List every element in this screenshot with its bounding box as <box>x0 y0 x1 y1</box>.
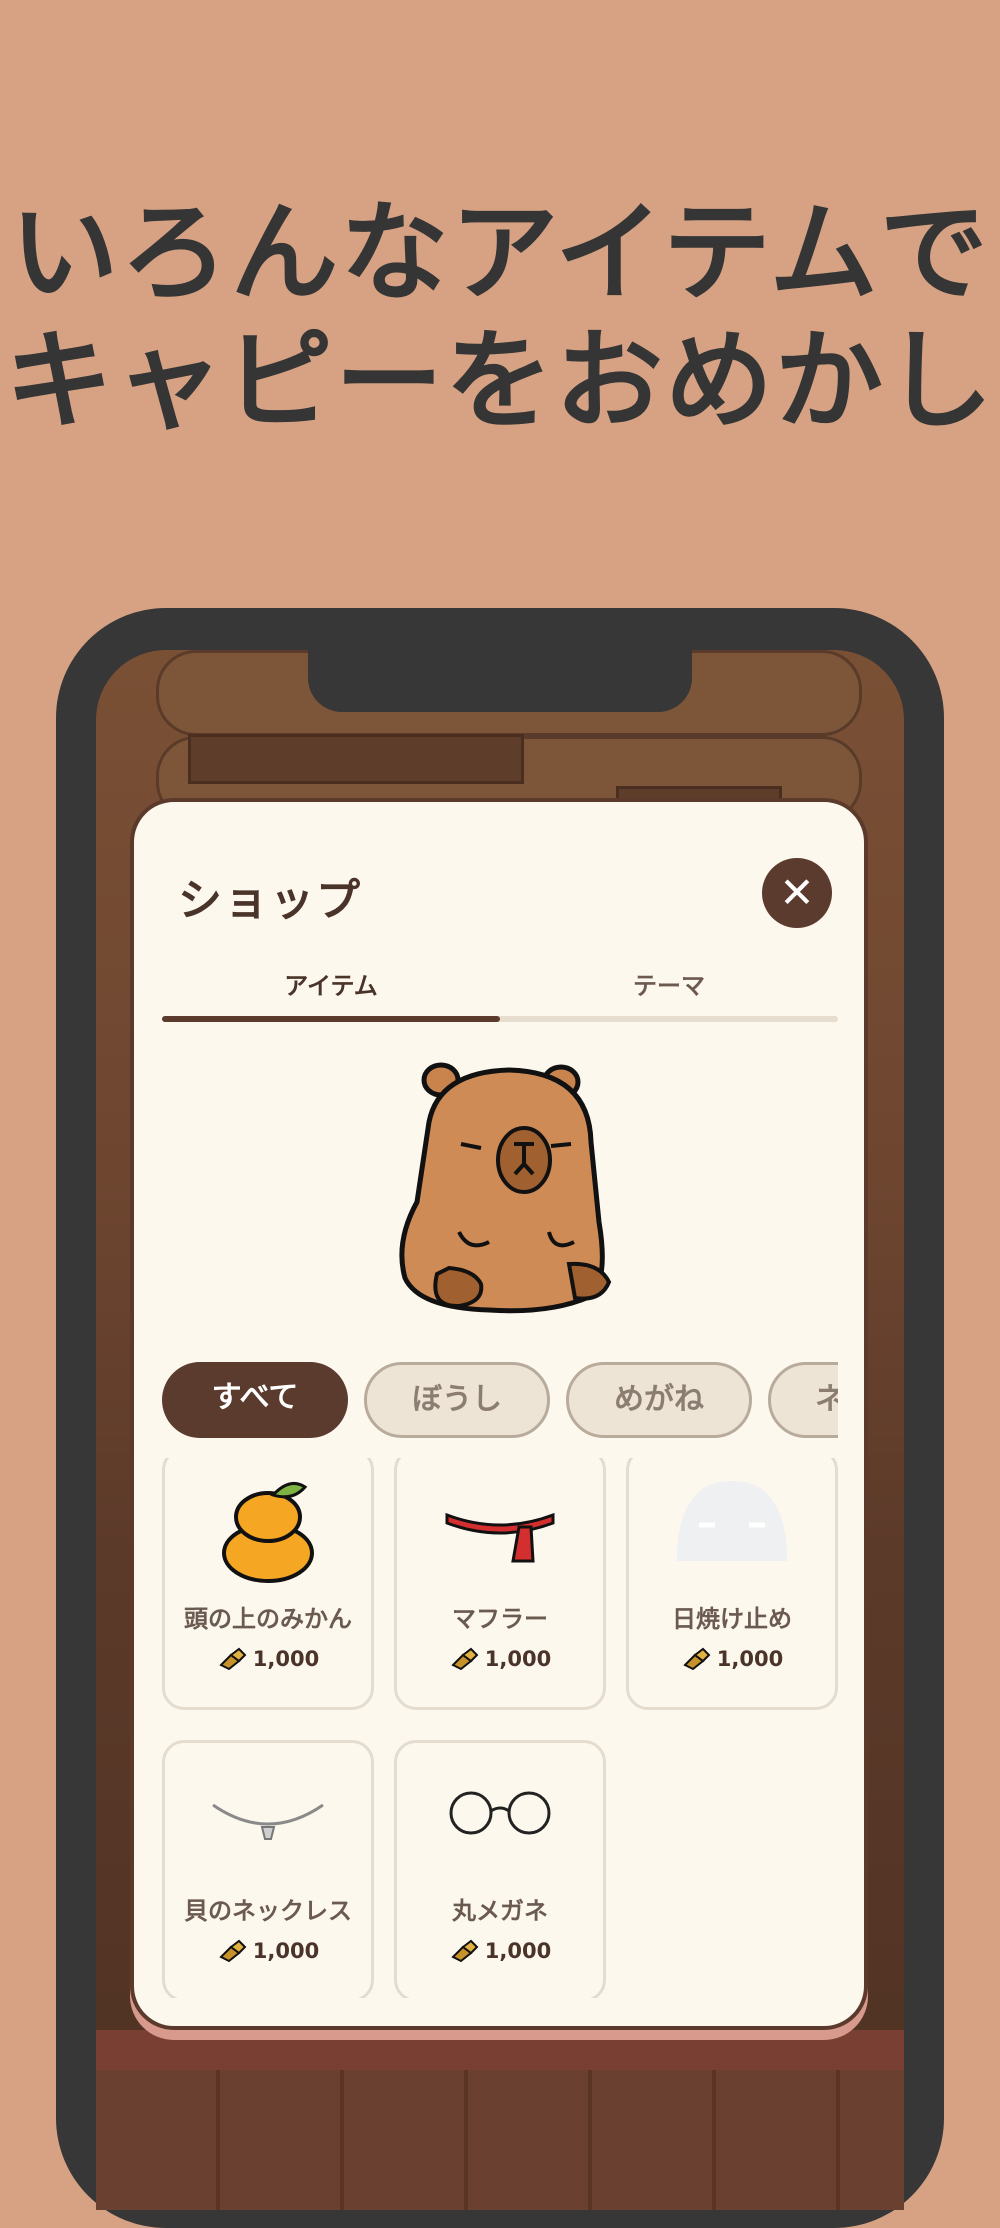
item-price: 1,000 <box>397 1647 603 1671</box>
item-card[interactable]: 丸メガネ 1,000 <box>394 1740 606 1998</box>
shop-tabs: アイテム テーマ <box>162 966 838 1022</box>
item-name: 日焼け止め <box>672 1605 792 1633</box>
item-price-value: 1,000 <box>716 1647 784 1671</box>
item-price: 1,000 <box>397 1939 603 1963</box>
headline: いろんなアイテムで キャピーをおめかし <box>0 190 1000 446</box>
chip-hats[interactable]: ぼうし <box>364 1362 550 1438</box>
item-price-value: 1,000 <box>252 1939 320 1963</box>
item-price-value: 1,000 <box>252 1647 320 1671</box>
item-price: 1,000 <box>629 1647 835 1671</box>
acorn-coin-icon <box>451 1647 479 1671</box>
chip-glasses[interactable]: めがね <box>566 1362 752 1438</box>
wood-floor <box>96 2070 904 2210</box>
item-card[interactable]: 頭の上のみかん 1,000 <box>162 1458 374 1710</box>
item-name: 貝のネックレス <box>184 1897 352 1925</box>
item-price: 1,000 <box>165 1939 371 1963</box>
round-glasses-icon <box>449 1791 551 1835</box>
scarf-icon <box>445 1512 555 1563</box>
shop-modal: ショップ ✕ アイテム テーマ すべて ぼうし めがね ネ <box>130 798 868 2030</box>
item-grid: 頭の上のみかん 1,000 マフラー 1,000 日焼け止め 1,000 貝のネ… <box>162 1458 838 1998</box>
phone-notch <box>308 650 692 712</box>
close-button[interactable]: ✕ <box>762 858 832 928</box>
category-chips: すべて ぼうし めがね ネ <box>162 1362 838 1444</box>
headline-line-2: キャピーをおめかし <box>4 319 995 444</box>
sunscreen-icon <box>677 1481 787 1561</box>
headline-line-1: いろんなアイテムで <box>10 191 990 316</box>
chip-necklace[interactable]: ネ <box>768 1362 838 1438</box>
item-card[interactable]: マフラー 1,000 <box>394 1458 606 1710</box>
chip-all[interactable]: すべて <box>162 1362 348 1438</box>
acorn-coin-icon <box>683 1647 711 1671</box>
item-price-value: 1,000 <box>484 1647 552 1671</box>
item-price-value: 1,000 <box>484 1939 552 1963</box>
item-name: 丸メガネ <box>452 1897 548 1925</box>
tab-themes[interactable]: テーマ <box>500 966 838 1001</box>
item-card[interactable]: 日焼け止め 1,000 <box>626 1458 838 1710</box>
shell-necklace-icon <box>212 1803 324 1840</box>
mikan-icon <box>222 1481 314 1583</box>
tab-indicator <box>162 1016 500 1022</box>
acorn-coin-icon <box>219 1647 247 1671</box>
shop-title: ショップ <box>178 875 362 926</box>
capybara-preview <box>399 1062 612 1314</box>
item-price: 1,000 <box>165 1647 371 1671</box>
acorn-coin-icon <box>219 1939 247 1963</box>
wall-shelf <box>188 734 524 784</box>
tab-items[interactable]: アイテム <box>162 966 500 1001</box>
acorn-coin-icon <box>451 1939 479 1963</box>
item-name: マフラー <box>452 1605 548 1633</box>
item-name: 頭の上のみかん <box>184 1605 352 1633</box>
close-icon: ✕ <box>779 868 815 917</box>
item-card[interactable]: 貝のネックレス 1,000 <box>162 1740 374 1998</box>
